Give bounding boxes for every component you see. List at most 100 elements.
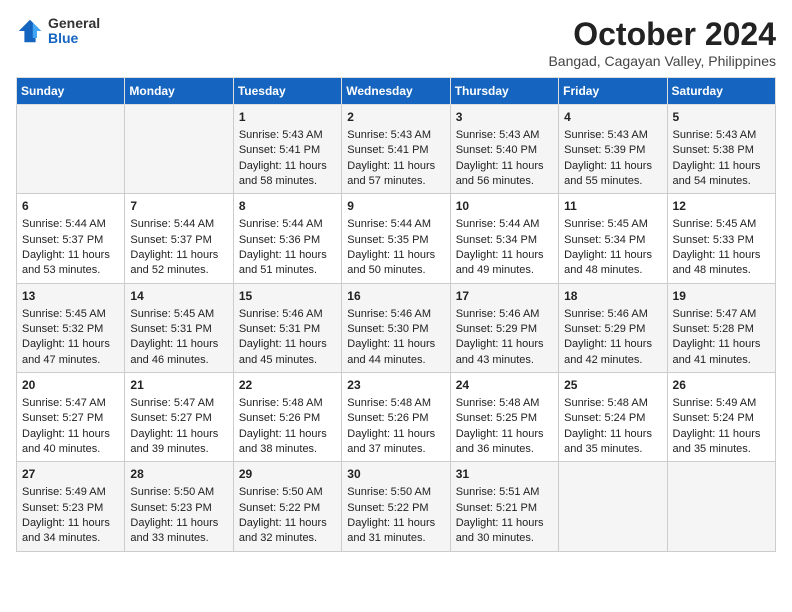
cell-detail: Sunrise: 5:48 AM [239,396,336,411]
calendar-cell: 1Sunrise: 5:43 AMSunset: 5:41 PMDaylight… [233,105,341,194]
cell-detail: Daylight: 11 hours and 36 minutes. [456,427,553,458]
day-number: 7 [130,198,227,215]
calendar-cell: 5Sunrise: 5:43 AMSunset: 5:38 PMDaylight… [667,105,775,194]
cell-detail: Daylight: 11 hours and 53 minutes. [22,248,119,279]
cell-detail: Sunset: 5:22 PM [239,501,336,516]
calendar-cell [559,462,667,551]
cell-detail: Daylight: 11 hours and 58 minutes. [239,159,336,190]
cell-detail: Sunset: 5:24 PM [564,411,661,426]
cell-detail: Sunset: 5:23 PM [22,501,119,516]
cell-detail: Daylight: 11 hours and 39 minutes. [130,427,227,458]
cell-detail: Sunset: 5:37 PM [22,233,119,248]
cell-detail: Daylight: 11 hours and 56 minutes. [456,159,553,190]
calendar-cell: 4Sunrise: 5:43 AMSunset: 5:39 PMDaylight… [559,105,667,194]
cell-detail: Sunset: 5:31 PM [130,322,227,337]
cell-detail: Daylight: 11 hours and 46 minutes. [130,337,227,368]
day-number: 31 [456,466,553,483]
day-number: 4 [564,109,661,126]
page-header: General Blue October 2024 Bangad, Cagaya… [16,16,776,69]
cell-detail: Sunset: 5:26 PM [239,411,336,426]
calendar-cell [667,462,775,551]
cell-detail: Sunrise: 5:43 AM [673,128,770,143]
calendar-cell: 25Sunrise: 5:48 AMSunset: 5:24 PMDayligh… [559,373,667,462]
cell-detail: Sunset: 5:29 PM [456,322,553,337]
cell-detail: Daylight: 11 hours and 37 minutes. [347,427,444,458]
day-header-friday: Friday [559,78,667,105]
cell-detail: Sunset: 5:37 PM [130,233,227,248]
cell-detail: Daylight: 11 hours and 48 minutes. [564,248,661,279]
cell-detail: Sunset: 5:38 PM [673,143,770,158]
calendar-body: 1Sunrise: 5:43 AMSunset: 5:41 PMDaylight… [17,105,776,552]
cell-detail: Daylight: 11 hours and 45 minutes. [239,337,336,368]
cell-detail: Daylight: 11 hours and 31 minutes. [347,516,444,547]
cell-detail: Sunrise: 5:44 AM [22,217,119,232]
cell-detail: Sunset: 5:41 PM [239,143,336,158]
cell-detail: Sunrise: 5:50 AM [130,485,227,500]
day-number: 2 [347,109,444,126]
cell-detail: Sunrise: 5:46 AM [239,307,336,322]
day-number: 23 [347,377,444,394]
cell-detail: Sunrise: 5:47 AM [22,396,119,411]
calendar-cell: 8Sunrise: 5:44 AMSunset: 5:36 PMDaylight… [233,194,341,283]
cell-detail: Daylight: 11 hours and 40 minutes. [22,427,119,458]
calendar-cell: 28Sunrise: 5:50 AMSunset: 5:23 PMDayligh… [125,462,233,551]
cell-detail: Sunrise: 5:51 AM [456,485,553,500]
calendar-cell: 24Sunrise: 5:48 AMSunset: 5:25 PMDayligh… [450,373,558,462]
day-number: 10 [456,198,553,215]
cell-detail: Sunrise: 5:45 AM [22,307,119,322]
calendar-cell: 6Sunrise: 5:44 AMSunset: 5:37 PMDaylight… [17,194,125,283]
cell-detail: Daylight: 11 hours and 49 minutes. [456,248,553,279]
cell-detail: Sunset: 5:27 PM [130,411,227,426]
day-number: 22 [239,377,336,394]
cell-detail: Sunset: 5:22 PM [347,501,444,516]
cell-detail: Daylight: 11 hours and 38 minutes. [239,427,336,458]
day-header-thursday: Thursday [450,78,558,105]
day-number: 26 [673,377,770,394]
cell-detail: Sunset: 5:36 PM [239,233,336,248]
cell-detail: Sunset: 5:33 PM [673,233,770,248]
logo-general: General [48,15,100,31]
cell-detail: Sunset: 5:28 PM [673,322,770,337]
cell-detail: Sunrise: 5:46 AM [347,307,444,322]
cell-detail: Sunrise: 5:43 AM [456,128,553,143]
calendar-cell: 2Sunrise: 5:43 AMSunset: 5:41 PMDaylight… [342,105,450,194]
day-number: 15 [239,288,336,305]
cell-detail: Sunrise: 5:44 AM [239,217,336,232]
day-number: 30 [347,466,444,483]
calendar-cell: 16Sunrise: 5:46 AMSunset: 5:30 PMDayligh… [342,283,450,372]
calendar-cell: 19Sunrise: 5:47 AMSunset: 5:28 PMDayligh… [667,283,775,372]
week-row-1: 1Sunrise: 5:43 AMSunset: 5:41 PMDaylight… [17,105,776,194]
logo-icon [16,17,44,45]
day-number: 12 [673,198,770,215]
cell-detail: Sunset: 5:24 PM [673,411,770,426]
calendar-cell: 20Sunrise: 5:47 AMSunset: 5:27 PMDayligh… [17,373,125,462]
calendar-cell: 11Sunrise: 5:45 AMSunset: 5:34 PMDayligh… [559,194,667,283]
cell-detail: Sunrise: 5:44 AM [456,217,553,232]
month-title: October 2024 [548,16,776,53]
cell-detail: Sunrise: 5:43 AM [239,128,336,143]
day-number: 17 [456,288,553,305]
cell-detail: Sunrise: 5:45 AM [564,217,661,232]
calendar-cell: 18Sunrise: 5:46 AMSunset: 5:29 PMDayligh… [559,283,667,372]
calendar-cell: 15Sunrise: 5:46 AMSunset: 5:31 PMDayligh… [233,283,341,372]
cell-detail: Sunrise: 5:48 AM [564,396,661,411]
day-header-wednesday: Wednesday [342,78,450,105]
cell-detail: Sunset: 5:34 PM [456,233,553,248]
cell-detail: Daylight: 11 hours and 35 minutes. [673,427,770,458]
location: Bangad, Cagayan Valley, Philippines [548,53,776,69]
calendar-cell: 26Sunrise: 5:49 AMSunset: 5:24 PMDayligh… [667,373,775,462]
cell-detail: Sunset: 5:29 PM [564,322,661,337]
calendar-table: SundayMondayTuesdayWednesdayThursdayFrid… [16,77,776,552]
cell-detail: Daylight: 11 hours and 43 minutes. [456,337,553,368]
cell-detail: Daylight: 11 hours and 55 minutes. [564,159,661,190]
cell-detail: Sunset: 5:26 PM [347,411,444,426]
cell-detail: Sunset: 5:25 PM [456,411,553,426]
day-number: 20 [22,377,119,394]
cell-detail: Sunset: 5:30 PM [347,322,444,337]
day-number: 8 [239,198,336,215]
day-number: 25 [564,377,661,394]
cell-detail: Sunset: 5:23 PM [130,501,227,516]
cell-detail: Daylight: 11 hours and 33 minutes. [130,516,227,547]
calendar-cell: 10 Sunrise: 5:44 AMSunset: 5:34 PMDayligh… [450,194,558,283]
day-header-sunday: Sunday [17,78,125,105]
